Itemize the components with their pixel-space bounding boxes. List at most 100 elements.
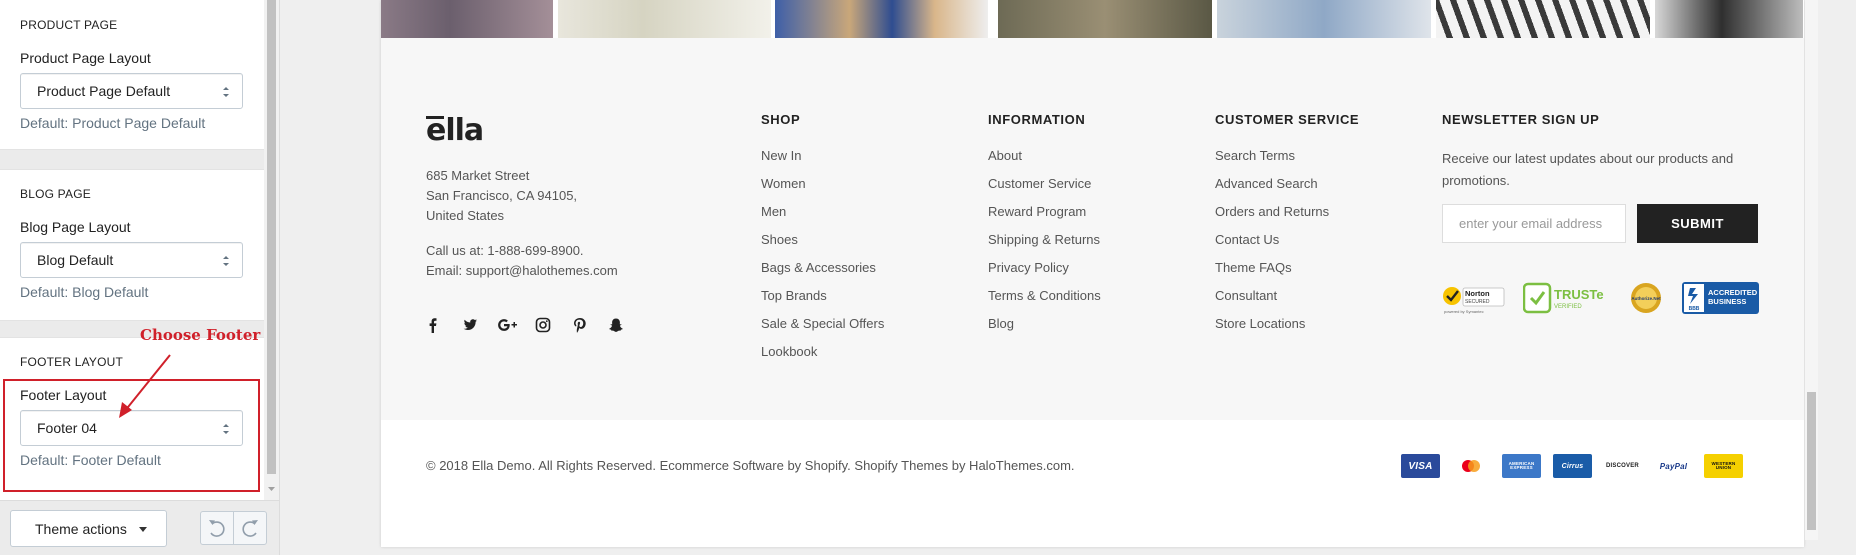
select-arrows-icon (223, 256, 229, 266)
norton-secured-badge: Norton SECURED powered by Symantec (1443, 287, 1505, 314)
copyright-text: © 2018 Ella Demo. All Rights Reserved. E… (426, 458, 1075, 473)
annotation-arrow-icon (119, 354, 171, 418)
google-plus-icon[interactable] (497, 317, 519, 333)
blog-page-layout-select[interactable]: Blog Default (20, 242, 243, 278)
scroll-down-arrow-icon[interactable] (267, 484, 276, 494)
instagram-photo[interactable] (1655, 0, 1803, 38)
twitter-icon[interactable] (462, 317, 478, 333)
product-page-layout-select[interactable]: Product Page Default (20, 73, 243, 109)
product-page-section-title: PRODUCT PAGE (20, 18, 118, 32)
annotation-label: Choose Footer 04 (140, 326, 264, 344)
footer-link-sale-offers[interactable]: Sale & Special Offers (761, 316, 884, 331)
instagram-photo[interactable] (1217, 0, 1431, 38)
footer-link-store-locations[interactable]: Store Locations (1215, 316, 1305, 331)
footer-link-blog[interactable]: Blog (988, 316, 1014, 331)
footer-link-lookbook[interactable]: Lookbook (761, 344, 817, 359)
svg-text:BBB: BBB (1689, 306, 1700, 312)
footer-link-customer-service[interactable]: Customer Service (988, 176, 1091, 191)
footer-link-shipping-returns[interactable]: Shipping & Returns (988, 232, 1100, 247)
redo-button[interactable] (233, 511, 267, 545)
address-line: United States (426, 208, 505, 223)
footer-link-top-brands[interactable]: Top Brands (761, 288, 827, 303)
instagram-photo[interactable] (1436, 0, 1650, 38)
truste-verified-badge: TRUSTe VERIFIED (1523, 282, 1604, 314)
theme-actions-label: Theme actions (35, 521, 127, 537)
facebook-icon[interactable] (425, 317, 441, 333)
customer-service-column-heading: CUSTOMER SERVICE (1215, 112, 1360, 127)
newsletter-description: Receive our latest updates about our pro… (1442, 151, 1734, 188)
sidebar-footer-bar: Theme actions (0, 500, 279, 555)
blog-page-settings-card: BLOG PAGE Blog Page Layout Blog Default … (0, 169, 264, 321)
western-union-icon: WESTERN UNION (1704, 454, 1743, 478)
footer-link-new-in[interactable]: New In (761, 148, 801, 163)
paypal-icon: PayPal (1654, 454, 1693, 478)
footer-link-contact-us[interactable]: Contact Us (1215, 232, 1279, 247)
instagram-icon[interactable] (535, 317, 551, 333)
preview-scrollbar-thumb[interactable] (1807, 392, 1816, 530)
instagram-photo[interactable] (775, 0, 988, 38)
ella-logo[interactable]: ella (426, 113, 484, 148)
footer-link-reward-program[interactable]: Reward Program (988, 204, 1086, 219)
svg-text:Authorize.Net: Authorize.Net (1631, 296, 1661, 301)
instagram-photo[interactable] (998, 0, 1212, 38)
svg-text:BUSINESS: BUSINESS (1708, 297, 1746, 306)
product-page-layout-label: Product Page Layout (20, 50, 151, 66)
svg-text:ACCREDITED: ACCREDITED (1708, 288, 1758, 297)
blog-page-layout-help: Default: Blog Default (20, 284, 149, 300)
footer-link-theme-faqs[interactable]: Theme FAQs (1215, 260, 1292, 275)
product-page-layout-value: Product Page Default (37, 83, 171, 99)
blog-page-section-title: BLOG PAGE (20, 187, 91, 201)
select-arrows-icon (223, 87, 229, 97)
footer-link-women[interactable]: Women (761, 176, 806, 191)
phone-text: Call us at: 1-888-699-8900. (426, 243, 584, 258)
pinterest-icon[interactable] (572, 317, 588, 333)
footer-main: ella 685 Market Street San Francisco, CA… (381, 38, 1804, 420)
email-text: Email: support@halothemes.com (426, 263, 618, 278)
svg-text:Norton: Norton (1465, 289, 1490, 298)
theme-editor-sidebar: PRODUCT PAGE Product Page Layout Product… (0, 0, 280, 555)
redo-icon (242, 520, 258, 537)
svg-text:SECURED: SECURED (1465, 299, 1490, 305)
address-line: San Francisco, CA 94105, (426, 188, 578, 203)
undo-icon (209, 520, 225, 537)
sidebar-scrollbar[interactable] (264, 0, 279, 500)
visa-icon: VISA (1401, 454, 1440, 478)
footer-link-search-terms[interactable]: Search Terms (1215, 148, 1295, 163)
authorize-net-badge: Authorize.Net (1631, 283, 1661, 313)
svg-text:TRUSTe: TRUSTe (1554, 287, 1604, 302)
footer-link-bags-accessories[interactable]: Bags & Accessories (761, 260, 876, 275)
cirrus-icon: Cirrus (1553, 454, 1592, 478)
address-line: 685 Market Street (426, 168, 530, 183)
footer-link-men[interactable]: Men (761, 204, 786, 219)
footer-link-about[interactable]: About (988, 148, 1022, 163)
footer-link-advanced-search[interactable]: Advanced Search (1215, 176, 1318, 191)
undo-button[interactable] (200, 511, 234, 545)
footer-link-consultant[interactable]: Consultant (1215, 288, 1277, 303)
footer-link-terms-conditions[interactable]: Terms & Conditions (988, 288, 1101, 303)
footer-bottom-bar: © 2018 Ella Demo. All Rights Reserved. E… (381, 420, 1804, 547)
preview-scrollbar[interactable] (1805, 0, 1818, 540)
snapchat-icon[interactable] (608, 317, 624, 333)
caret-down-icon (139, 527, 147, 532)
footer-link-privacy-policy[interactable]: Privacy Policy (988, 260, 1069, 275)
shop-column-heading: SHOP (761, 112, 801, 127)
mastercard-icon (1451, 454, 1490, 478)
instagram-photo[interactable] (558, 0, 771, 38)
sidebar-settings-list: PRODUCT PAGE Product Page Layout Product… (0, 0, 264, 500)
newsletter-submit-button[interactable]: SUBMIT (1637, 204, 1758, 243)
footer-layout-section-title: FOOTER LAYOUT (20, 355, 124, 369)
discover-icon: DISCOVER (1603, 454, 1642, 478)
theme-actions-button[interactable]: Theme actions (10, 510, 167, 547)
svg-text:VERIFIED: VERIFIED (1554, 304, 1582, 310)
sidebar-scrollbar-thumb[interactable] (267, 0, 276, 474)
footer-link-shoes[interactable]: Shoes (761, 232, 798, 247)
svg-text:powered by Symantec: powered by Symantec (1444, 309, 1484, 314)
bbb-accredited-badge: BBB ACCREDITED BUSINESS (1682, 282, 1759, 314)
store-preview-page: ella 685 Market Street San Francisco, CA… (381, 0, 1804, 547)
product-page-layout-help: Default: Product Page Default (20, 115, 206, 131)
footer-link-orders-returns[interactable]: Orders and Returns (1215, 204, 1329, 219)
blog-page-layout-value: Blog Default (37, 252, 114, 268)
newsletter-email-input[interactable] (1442, 204, 1626, 243)
amex-icon: AMERICAN EXPRESS (1502, 454, 1541, 478)
instagram-photo[interactable] (381, 0, 553, 38)
